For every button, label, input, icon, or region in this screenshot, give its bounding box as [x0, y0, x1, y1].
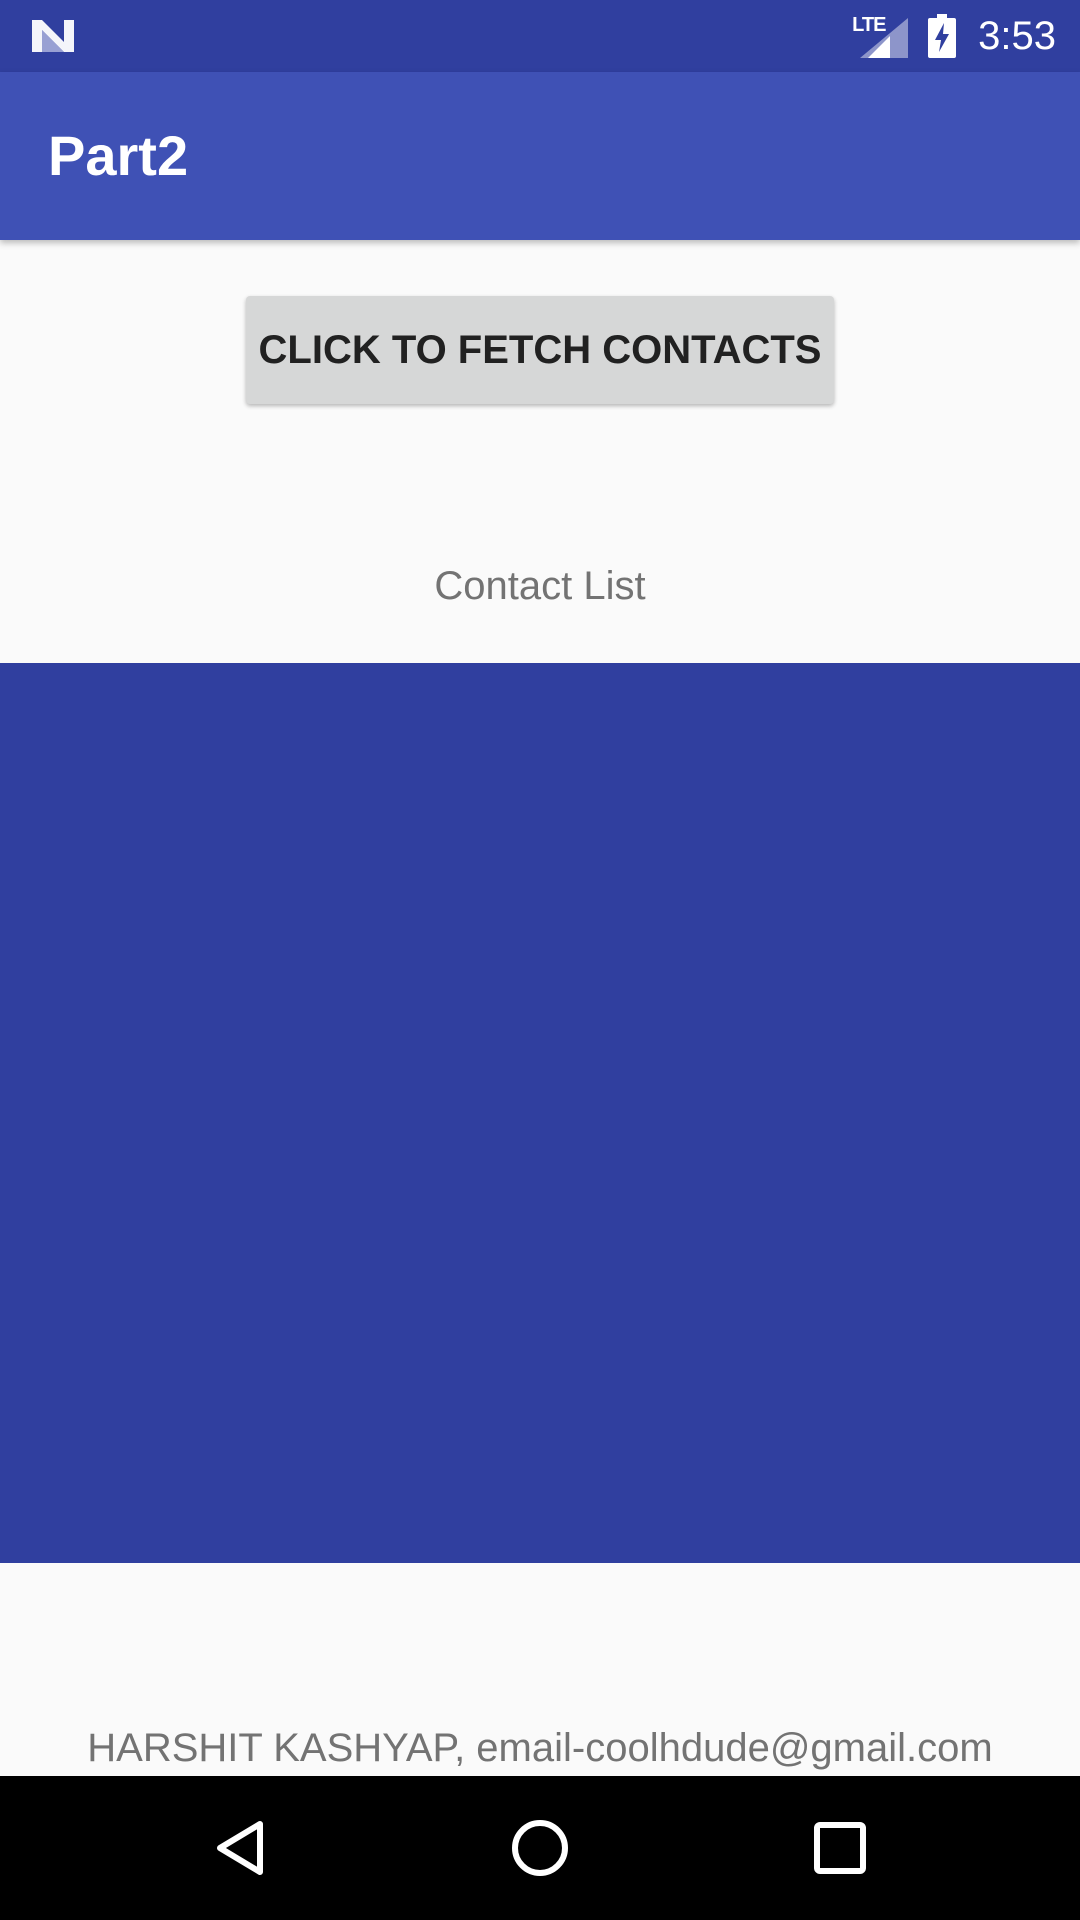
- status-bar: LTE 3:53: [0, 0, 1080, 72]
- recents-button[interactable]: [790, 1798, 890, 1898]
- screen: LTE 3:53 Part2 CLICK TO FETCH CONTACTS C…: [0, 0, 1080, 1920]
- footer-credit: HARSHIT KASHYAP, email-coolhdude@gmail.c…: [87, 1726, 993, 1770]
- back-button[interactable]: [190, 1798, 290, 1898]
- status-clock: 3:53: [978, 13, 1056, 58]
- battery-charging-icon: [928, 14, 957, 58]
- back-triangle-icon: [217, 1821, 263, 1875]
- recents-square-icon: [814, 1822, 866, 1874]
- app-bar: Part2: [0, 72, 1080, 240]
- contact-list-label: Contact List: [434, 564, 646, 608]
- network-indicator: LTE: [852, 14, 909, 58]
- app-title: Part2: [48, 124, 189, 187]
- n-notification-icon: [32, 20, 74, 52]
- navigation-bar: [0, 1776, 1080, 1920]
- home-button[interactable]: [490, 1798, 590, 1898]
- home-circle-icon: [512, 1820, 568, 1876]
- contacts-list-panel[interactable]: [0, 663, 1080, 1563]
- network-type-label: LTE: [852, 14, 886, 36]
- fetch-contacts-button[interactable]: CLICK TO FETCH CONTACTS: [246, 296, 834, 404]
- status-icons: LTE 3:53: [852, 0, 1056, 72]
